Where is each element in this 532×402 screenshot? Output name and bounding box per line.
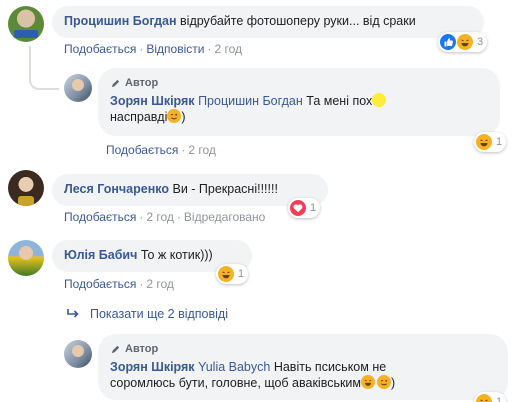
- reactions-badge[interactable]: 1: [474, 132, 507, 152]
- timestamp[interactable]: 2 год: [214, 42, 242, 56]
- reaction-count: 1: [310, 202, 317, 214]
- avatar[interactable]: [8, 240, 44, 276]
- reply-bubble: Автор Зорян Шкіряк Процишин Богдан Та ме…: [98, 68, 500, 136]
- reply-bubble: Автор Зорян Шкіряк Yulia Babych Навіть п…: [98, 334, 508, 400]
- like-icon: [440, 34, 456, 50]
- comment-author[interactable]: Процишин Богдан: [64, 14, 177, 28]
- wink-emoji-icon: [377, 375, 392, 389]
- avatar[interactable]: [8, 6, 44, 42]
- pen-icon: [111, 79, 120, 87]
- reactions-badge[interactable]: 1: [216, 264, 249, 284]
- timestamp[interactable]: 2 год: [146, 277, 174, 291]
- author-badge: Автор: [110, 75, 488, 91]
- edited-label[interactable]: Відредаговано: [184, 210, 265, 224]
- like-link[interactable]: Подобається: [64, 277, 136, 291]
- comment-author[interactable]: Зорян Шкіряк: [110, 360, 195, 374]
- like-link[interactable]: Подобається: [64, 42, 136, 56]
- comment-text: відрубайте фотошоперу руки... від сраки: [180, 14, 416, 28]
- wink-emoji-icon: [167, 109, 182, 123]
- haha-icon: [457, 34, 473, 50]
- comment-text-tail: ): [391, 376, 396, 390]
- haha-icon: [218, 266, 234, 282]
- show-more-replies-link[interactable]: Показати ще 2 відповіді: [66, 307, 228, 321]
- comment-text-tail: ): [181, 110, 186, 124]
- comment-text-line1: Навіть псиськом не: [273, 360, 387, 374]
- comment-author[interactable]: Леся Гончаренко: [64, 182, 169, 196]
- mention-link[interactable]: Процишин Богдан: [198, 94, 303, 108]
- comment-bubble: Леся Гончаренко Ви - Прекрасні!!!!!!: [52, 174, 328, 206]
- reactions-badge[interactable]: 1: [474, 392, 507, 402]
- like-link[interactable]: Подобається: [106, 143, 178, 157]
- reactions-badge[interactable]: 1: [288, 198, 321, 218]
- reaction-count: 3: [477, 36, 484, 48]
- haha-icon: [476, 134, 492, 150]
- comment-text-line2: насправді: [110, 110, 168, 124]
- thread-line: [29, 46, 59, 90]
- author-badge: Автор: [110, 341, 496, 357]
- reaction-count: 1: [496, 136, 503, 148]
- comment-text: То ж котик))): [140, 248, 213, 262]
- rofl-emoji-icon: [361, 375, 376, 389]
- comment-actions: Подобається · 2 год: [106, 143, 216, 157]
- emoji-icon: [372, 93, 387, 107]
- reaction-count: 1: [496, 396, 503, 402]
- comment-actions: Подобається · 2 год · Відредаговано: [64, 210, 266, 224]
- reaction-count: 1: [238, 268, 245, 280]
- avatar[interactable]: [64, 340, 92, 368]
- comment-author[interactable]: Зорян Шкіряк: [110, 94, 195, 108]
- timestamp[interactable]: 2 год: [188, 143, 216, 157]
- comment-text: Ви - Прекрасні!!!!!!: [172, 182, 278, 196]
- comment-text-line1: Та мені пох: [306, 94, 373, 108]
- reactions-badge[interactable]: 3: [438, 32, 488, 52]
- comment-actions: Подобається · 2 год: [64, 277, 174, 291]
- comment-bubble: Процишин Богдан відрубайте фотошоперу ру…: [52, 6, 484, 38]
- comment-text-line2: соромлюсь бути, головне, щоб аваківським: [110, 376, 362, 390]
- comment-author[interactable]: Юлія Бабич: [64, 248, 137, 262]
- author-badge-label: Автор: [125, 343, 159, 355]
- author-badge-label: Автор: [125, 77, 159, 89]
- reply-link[interactable]: Відповісти: [146, 42, 204, 56]
- reply-arrow-icon: [67, 309, 79, 318]
- avatar[interactable]: [64, 74, 92, 102]
- show-more-replies-label[interactable]: Показати ще 2 відповіді: [90, 307, 228, 321]
- avatar[interactable]: [8, 170, 44, 206]
- love-icon: [290, 200, 306, 216]
- pen-icon: [111, 345, 120, 353]
- haha-icon: [476, 394, 492, 402]
- mention-link[interactable]: Yulia Babych: [198, 360, 270, 374]
- timestamp[interactable]: 2 год: [146, 210, 174, 224]
- like-link[interactable]: Подобається: [64, 210, 136, 224]
- comment-actions: Подобається · Відповісти · 2 год: [64, 42, 242, 56]
